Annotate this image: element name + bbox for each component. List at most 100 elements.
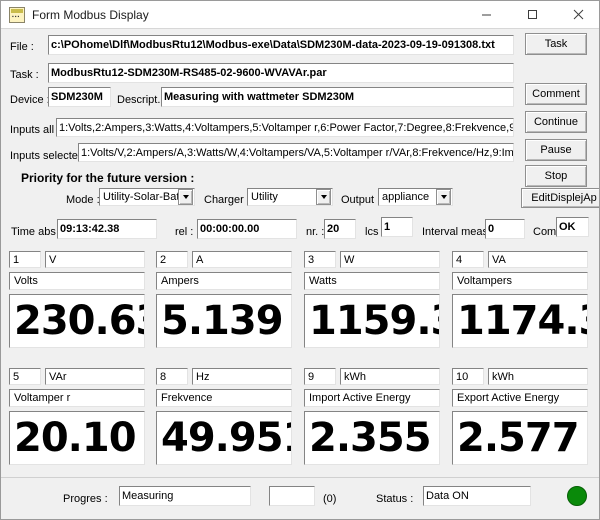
chevron-down-icon[interactable]: [178, 189, 193, 205]
measurement-unit[interactable]: kWh: [340, 368, 440, 385]
progres-label: Progres :: [63, 493, 108, 505]
measurement-index[interactable]: 9: [304, 368, 336, 385]
measurement-value-box: 2.577: [452, 411, 588, 465]
device-label: Device :: [10, 94, 50, 106]
measurement-index[interactable]: 2: [156, 251, 188, 268]
status-led: [567, 486, 587, 506]
output-dropdown[interactable]: appliance: [378, 188, 453, 206]
nr-input[interactable]: 20: [324, 219, 356, 239]
measurement-value-box: 1174.3: [452, 294, 588, 348]
charger-label: Charger :: [204, 194, 250, 206]
measurement-index[interactable]: 4: [452, 251, 484, 268]
rel-input[interactable]: 00:00:00.00: [197, 219, 297, 239]
measurement-unit[interactable]: Hz: [192, 368, 292, 385]
measurement-value-box: 49.951: [156, 411, 292, 465]
measurement-name[interactable]: Import Active Energy: [304, 389, 440, 407]
measurement-unit[interactable]: VA: [488, 251, 588, 268]
title-bar: ▪▪▪ Form Modbus Display: [1, 1, 599, 29]
measurement-index[interactable]: 10: [452, 368, 484, 385]
measurement-value: 1159.3: [309, 298, 439, 344]
maximize-button[interactable]: [509, 1, 555, 28]
counter-suffix: (0): [323, 493, 337, 505]
charger-dropdown[interactable]: Utility: [247, 188, 333, 206]
pause-button[interactable]: Pause: [525, 139, 587, 161]
status-input[interactable]: Data ON: [423, 486, 531, 506]
descript-input[interactable]: Measuring with wattmeter SDM230M: [161, 87, 514, 107]
output-label: Output :: [341, 194, 381, 206]
measurement-index[interactable]: 3: [304, 251, 336, 268]
measurement-unit[interactable]: A: [192, 251, 292, 268]
measurement-value: 230.63: [14, 298, 144, 344]
measurement-panel: 2 A Ampers 5.139: [156, 251, 292, 351]
measurement-value: 2.577: [457, 415, 580, 461]
measurement-name[interactable]: Voltamper r: [9, 389, 145, 407]
measurement-panel: 10 kWh Export Active Energy 2.577: [452, 368, 588, 468]
chevron-down-icon[interactable]: [436, 189, 451, 205]
measurement-value-box: 20.10: [9, 411, 145, 465]
continue-button[interactable]: Continue: [525, 111, 587, 133]
form-modbus-display-window: ▪▪▪ Form Modbus Display File : c:\POhome…: [0, 0, 600, 520]
measurement-index[interactable]: 8: [156, 368, 188, 385]
descript-label: Descript. :: [117, 94, 167, 106]
measurement-unit[interactable]: W: [340, 251, 440, 268]
measurement-name[interactable]: Export Active Energy: [452, 389, 588, 407]
status-bar: Progres : Measuring (0) Status : Data ON: [1, 477, 599, 519]
comment-button[interactable]: Comment: [525, 83, 587, 105]
measurement-value-box: 230.63: [9, 294, 145, 348]
com-input[interactable]: OK: [556, 217, 589, 237]
measurement-name[interactable]: Ampers: [156, 272, 292, 290]
measurement-value-box: 5.139: [156, 294, 292, 348]
measurement-name[interactable]: Voltampers: [452, 272, 588, 290]
measurement-value: 20.10: [14, 415, 137, 461]
measurement-value-box: 2.355: [304, 411, 440, 465]
measurement-panel: 5 VAr Voltamper r 20.10: [9, 368, 145, 468]
measurement-unit[interactable]: VAr: [45, 368, 145, 385]
task-label: Task :: [10, 69, 39, 81]
measurement-value: 1174.3: [457, 298, 587, 344]
close-button[interactable]: [555, 1, 599, 28]
counter-input[interactable]: [269, 486, 315, 506]
charger-value: Utility: [251, 191, 278, 203]
measurement-unit[interactable]: V: [45, 251, 145, 268]
rel-label: rel :: [175, 226, 194, 238]
output-value: appliance: [382, 191, 430, 203]
measurement-value-box: 1159.3: [304, 294, 440, 348]
measurement-name[interactable]: Watts: [304, 272, 440, 290]
edit-display-button[interactable]: EditDisplejAp: [521, 188, 599, 208]
mode-value: Utility-Solar-Bat: [103, 191, 178, 203]
task-input[interactable]: ModbusRtu12-SDM230M-RS485-02-9600-WVAVAr…: [48, 63, 514, 83]
mode-dropdown[interactable]: Utility-Solar-Bat: [99, 188, 195, 206]
measurement-value: 5.139: [161, 298, 284, 344]
inputs-all-input[interactable]: 1:Volts,2:Ampers,3:Watts,4:Voltampers,5:…: [56, 118, 514, 137]
minimize-button[interactable]: [463, 1, 509, 28]
priority-heading: Priority for the future version :: [21, 171, 195, 185]
measurement-value: 49.951: [161, 415, 291, 461]
measurement-value: 2.355: [309, 415, 432, 461]
interval-input[interactable]: 0: [485, 219, 525, 239]
time-abs-input[interactable]: 09:13:42.38: [57, 219, 157, 239]
file-input[interactable]: c:\POhome\Dlf\ModbusRtu12\Modbus-exe\Dat…: [48, 35, 514, 55]
measurement-name[interactable]: Frekvence: [156, 389, 292, 407]
lcs-input[interactable]: 1: [381, 217, 413, 237]
status-label: Status :: [376, 493, 414, 505]
device-input[interactable]: SDM230M: [48, 87, 111, 107]
measurement-panel: 3 W Watts 1159.3: [304, 251, 440, 351]
measurement-index[interactable]: 1: [9, 251, 41, 268]
inputs-selected-input[interactable]: 1:Volts/V,2:Ampers/A,3:Watts/W,4:Voltamp…: [78, 143, 514, 162]
inputs-all-label: Inputs all :: [10, 124, 61, 136]
task-button[interactable]: Task: [525, 33, 587, 55]
stop-button[interactable]: Stop: [525, 165, 587, 187]
measurement-panel: 1 V Volts 230.63: [9, 251, 145, 351]
measurement-index[interactable]: 5: [9, 368, 41, 385]
chevron-down-icon[interactable]: [316, 189, 331, 205]
nr-label: nr. :: [306, 226, 325, 238]
time-abs-label: Time abs :: [11, 226, 62, 238]
progres-input[interactable]: Measuring: [119, 486, 251, 506]
measurement-unit[interactable]: kWh: [488, 368, 588, 385]
measurement-name[interactable]: Volts: [9, 272, 145, 290]
window-title: Form Modbus Display: [32, 7, 149, 22]
form-modbus-icon: ▪▪▪: [9, 6, 25, 23]
mode-label: Mode :: [66, 194, 100, 206]
measurement-panel: 4 VA Voltampers 1174.3: [452, 251, 588, 351]
file-label: File :: [10, 41, 34, 53]
